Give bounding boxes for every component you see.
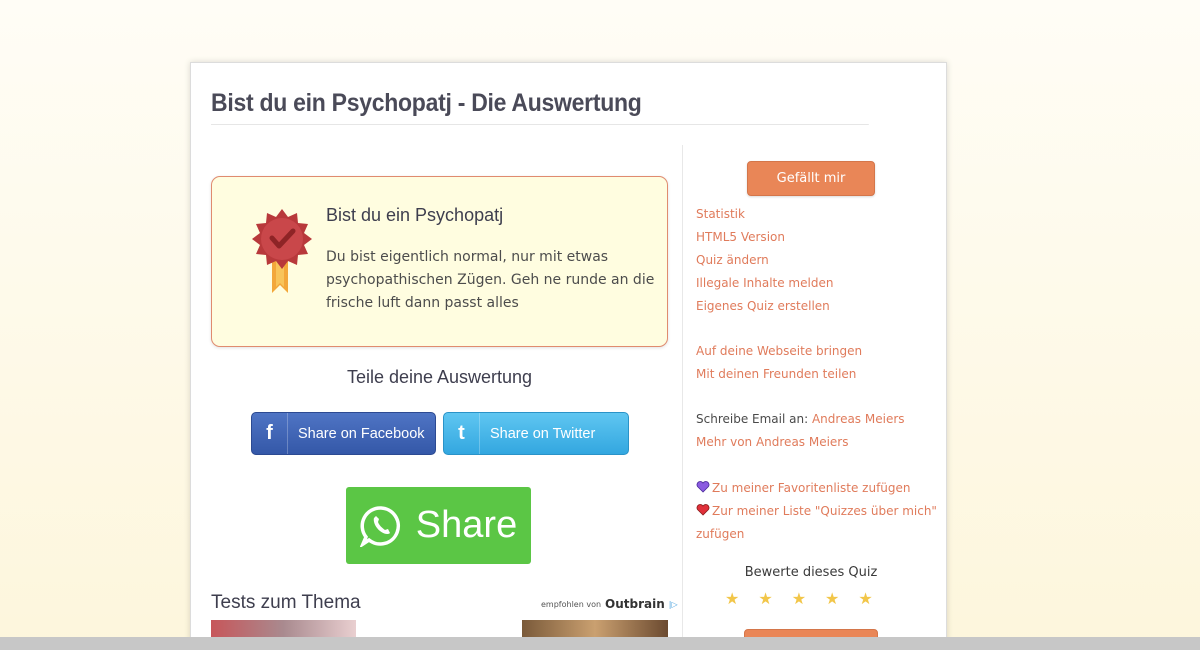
add-favorites-link[interactable]: Zu meiner Favoritenliste zufügen — [696, 481, 911, 495]
rate-quiz-title: Bewerte dieses Quiz — [744, 565, 878, 580]
add-about-me-link[interactable]: Zur meiner Liste "Quizzes über mich" — [696, 504, 937, 518]
edit-quiz-link[interactable]: Quiz ändern — [696, 253, 769, 267]
report-illegal-link[interactable]: Illegale Inhalte melden — [696, 276, 833, 290]
star-rating: ★ ★ ★ ★ ★ — [725, 589, 873, 608]
share-twitter-label: Share on Twitter — [490, 425, 596, 442]
star-icon[interactable]: ★ — [858, 589, 872, 608]
email-prefix: Schreibe Email an: — [696, 412, 809, 426]
star-icon[interactable]: ★ — [758, 589, 772, 608]
html5-version-link[interactable]: HTML5 Version — [696, 230, 785, 244]
author-link[interactable]: Andreas Meiers — [812, 412, 905, 426]
result-card: Bist du ein Psychopatj Du bist eigentlic… — [211, 176, 668, 347]
result-title: Bist du ein Psychopatj — [326, 205, 504, 225]
share-twitter-button[interactable]: t Share on Twitter — [443, 412, 629, 455]
facebook-icon: f — [252, 413, 288, 454]
email-author-line: Schreibe Email an: Andreas Meiers — [696, 412, 905, 426]
share-heading: Teile deine Auswertung — [346, 367, 533, 387]
whatsapp-icon — [359, 505, 400, 547]
page-title: Bist du ein Psychopatj - Die Auswertung — [211, 89, 869, 125]
horizontal-scrollbar[interactable] — [0, 637, 1200, 650]
share-whatsapp-button[interactable]: Share — [346, 487, 531, 564]
share-facebook-button[interactable]: f Share on Facebook — [251, 412, 436, 455]
like-button[interactable]: Gefällt mir — [747, 161, 875, 196]
result-description: Du bist eigentlich normal, nur mit etwas… — [326, 249, 655, 311]
more-from-author-link[interactable]: Mehr von Andreas Meiers — [696, 435, 849, 449]
embed-website-link[interactable]: Auf deine Webseite bringen — [696, 344, 862, 358]
star-icon[interactable]: ★ — [725, 589, 739, 608]
outbrain-logo: Outbrain — [605, 597, 665, 611]
statistics-link[interactable]: Statistik — [696, 207, 745, 221]
twitter-icon: t — [444, 413, 480, 454]
outbrain-attribution[interactable]: empfohlen von Outbrain |▷ — [541, 597, 678, 611]
create-quiz-link[interactable]: Eigenes Quiz erstellen — [696, 299, 830, 313]
ad-choices-icon: |▷ — [668, 599, 678, 609]
add-about-me-link-continued[interactable]: zufügen — [696, 527, 744, 541]
add-about-me-label: Zur meiner Liste "Quizzes über mich" — [712, 504, 937, 518]
share-whatsapp-label: Share — [415, 504, 518, 546]
share-facebook-label: Share on Facebook — [298, 425, 425, 442]
star-icon[interactable]: ★ — [825, 589, 839, 608]
purple-heart-icon — [696, 481, 710, 493]
column-divider — [682, 145, 683, 641]
quiz-result-page: Bist du ein Psychopatj - Die Auswertung … — [190, 62, 947, 642]
recommended-by-label: empfohlen von — [541, 599, 602, 609]
star-icon[interactable]: ★ — [792, 589, 806, 608]
red-heart-icon — [696, 504, 710, 516]
add-favorites-label: Zu meiner Favoritenliste zufügen — [712, 481, 911, 495]
related-tests-title: Tests zum Thema — [211, 592, 361, 613]
award-badge-icon — [252, 209, 312, 293]
share-friends-link[interactable]: Mit deinen Freunden teilen — [696, 367, 856, 381]
